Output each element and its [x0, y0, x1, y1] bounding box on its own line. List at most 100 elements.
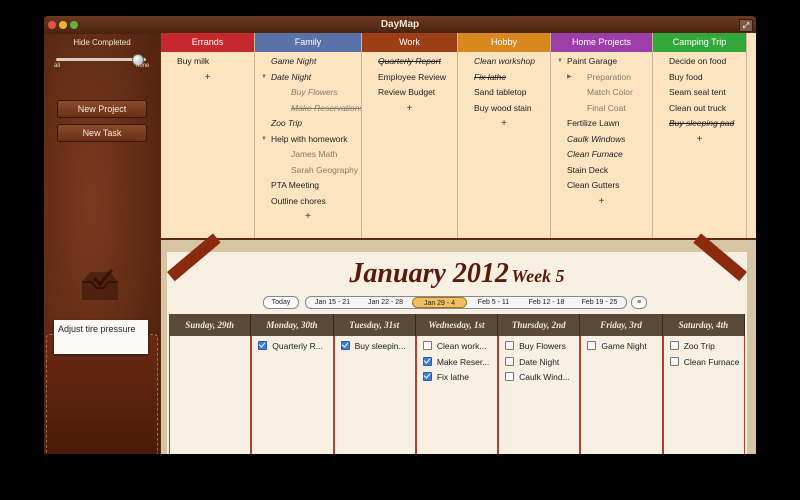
calendar-task[interactable]: Buy Flowers [499, 339, 579, 355]
task-item[interactable]: Sand tabletop [458, 85, 550, 101]
task-item[interactable]: Fertilize Lawn [551, 116, 652, 132]
project-header[interactable]: Work [362, 33, 457, 52]
task-item[interactable]: Make Reservations [255, 101, 361, 117]
calendar-task[interactable]: Buy sleepin... [335, 339, 415, 355]
task-item[interactable]: ▶ Preparation [551, 70, 652, 86]
calendar-task[interactable]: Clean work... [417, 339, 497, 355]
task-checkbox[interactable] [422, 341, 432, 350]
task-label: Caulk Windows [567, 133, 626, 144]
new-project-button[interactable]: New Project [57, 100, 147, 118]
task-item[interactable]: Buy Flowers [255, 85, 361, 101]
week-option[interactable]: Jan 29 - 4 [412, 297, 467, 308]
task-item[interactable]: Sarah Geography [255, 163, 361, 179]
task-item[interactable]: Final Coat [551, 101, 652, 117]
task-item[interactable]: Quarterly Report [362, 54, 457, 70]
task-checkbox[interactable] [587, 341, 597, 350]
calendar-task[interactable]: Caulk Wind... [499, 370, 579, 386]
calendar-task[interactable]: Make Reser... [417, 355, 497, 371]
project-header[interactable]: Hobby [458, 33, 550, 52]
hide-completed-slider[interactable] [56, 54, 146, 66]
task-item[interactable]: PTA Meeting [255, 178, 361, 194]
task-item[interactable]: James Math [255, 147, 361, 163]
task-checkbox[interactable] [340, 341, 350, 350]
disclosure-collapsed-icon[interactable]: ▶ [567, 70, 572, 86]
calendar-task[interactable]: Fix lathe [417, 370, 497, 386]
disclosure-expanded-icon[interactable]: ▼ [261, 70, 267, 86]
task-item[interactable]: Decide on food [653, 54, 746, 70]
task-item[interactable]: Review Budget [362, 85, 457, 101]
day-column[interactable]: Zoo Trip Clean Furnace [662, 336, 745, 454]
week-option[interactable]: Feb 19 - 25 [573, 297, 626, 308]
task-item[interactable]: Outline chores [255, 194, 361, 210]
today-button[interactable]: Today [263, 296, 299, 309]
day-column[interactable]: Clean work... Make Reser... Fix lathe [415, 336, 499, 454]
calendar-task[interactable]: Clean Furnace [664, 355, 744, 371]
task-item[interactable]: Zoo Trip [255, 116, 361, 132]
day-column[interactable]: Buy sleepin... [333, 336, 416, 454]
menu-icon[interactable]: ≡ [631, 296, 647, 309]
project-header[interactable]: Home Projects [551, 33, 652, 52]
task-checkbox[interactable] [422, 356, 432, 366]
add-task-button[interactable]: + [551, 194, 652, 209]
fullscreen-icon[interactable]: ⤢ [739, 19, 753, 32]
task-item[interactable]: Buy sleeping pad [653, 116, 746, 132]
project-header[interactable]: Errands [161, 33, 254, 52]
task-item[interactable]: Clean Furnace [551, 147, 652, 163]
week-option[interactable]: Jan 22 - 28 [359, 297, 412, 308]
day-column[interactable]: Game Night [580, 336, 663, 454]
minimize-window-button[interactable] [59, 21, 67, 29]
close-window-button[interactable] [48, 21, 56, 29]
day-column[interactable]: Buy Flowers Date Night Caulk Wind... [498, 336, 581, 454]
task-item[interactable]: ▼ Date Night [255, 70, 361, 86]
title-bar[interactable]: DayMap ⤢ [44, 16, 756, 34]
sticky-note[interactable]: Adjust tire pressure [54, 320, 148, 354]
week-selector[interactable]: Jan 15 - 21 Jan 22 - 28 Jan 29 - 4 Feb 5 - … [305, 296, 627, 309]
add-task-button[interactable]: + [653, 132, 746, 147]
task-checkbox[interactable] [422, 372, 432, 381]
new-task-button[interactable]: New Task [57, 124, 147, 142]
week-option[interactable]: Feb 12 - 18 [520, 297, 573, 308]
task-item[interactable]: Match Color [551, 85, 652, 101]
task-checkbox[interactable] [505, 356, 515, 366]
inbox-icon[interactable] [78, 264, 122, 308]
task-item[interactable]: Buy food [653, 70, 746, 86]
task-checkbox[interactable] [505, 341, 515, 350]
task-item[interactable]: Seam seal tent [653, 85, 746, 101]
calendar-task[interactable]: Zoo Trip [664, 339, 744, 355]
week-option[interactable]: Feb 5 - 11 [467, 297, 520, 308]
zoom-window-button[interactable] [70, 21, 78, 29]
disclosure-expanded-icon[interactable]: ▼ [557, 54, 563, 70]
task-item[interactable]: Clean workshop [458, 54, 550, 70]
week-option[interactable]: Jan 15 - 21 [306, 297, 359, 308]
task-item[interactable]: ▼ Help with homework [255, 132, 361, 148]
task-checkbox[interactable] [669, 341, 679, 350]
add-task-button[interactable]: + [362, 101, 457, 116]
task-item[interactable]: Game Night [255, 54, 361, 70]
disclosure-expanded-icon[interactable]: ▼ [261, 132, 267, 148]
calendar-task[interactable]: Game Night [581, 339, 661, 355]
task-item[interactable]: Caulk Windows [551, 132, 652, 148]
day-column[interactable]: Quarterly R... [251, 336, 334, 454]
add-task-button[interactable]: + [161, 70, 254, 85]
task-checkbox[interactable] [258, 341, 268, 350]
task-checkbox[interactable] [669, 356, 679, 366]
day-column[interactable] [169, 336, 252, 454]
calendar-task-label: Buy Flowers [519, 341, 566, 351]
task-item[interactable]: Employee Review [362, 70, 457, 86]
project-header[interactable]: Family [255, 33, 361, 52]
calendar-task[interactable]: Quarterly R... [252, 339, 332, 355]
task-item[interactable]: ▼ Paint Garage [551, 54, 652, 70]
add-task-button[interactable]: + [255, 209, 361, 224]
task-item[interactable]: Clean Gutters [551, 178, 652, 194]
task-item[interactable]: Buy milk [161, 54, 254, 70]
task-item[interactable]: Buy wood stain [458, 101, 550, 117]
calendar-task[interactable]: Date Night [499, 355, 579, 371]
task-item[interactable]: Stain Deck [551, 163, 652, 179]
task-label: Clean out truck [669, 102, 727, 113]
calendar-heading: January 2012 Week 5 [167, 258, 747, 290]
task-item[interactable]: Fix lathe [458, 70, 550, 86]
task-item[interactable]: Clean out truck [653, 101, 746, 117]
task-checkbox[interactable] [505, 372, 515, 381]
project-header[interactable]: Camping Trip [653, 33, 746, 52]
add-task-button[interactable]: + [458, 116, 550, 131]
